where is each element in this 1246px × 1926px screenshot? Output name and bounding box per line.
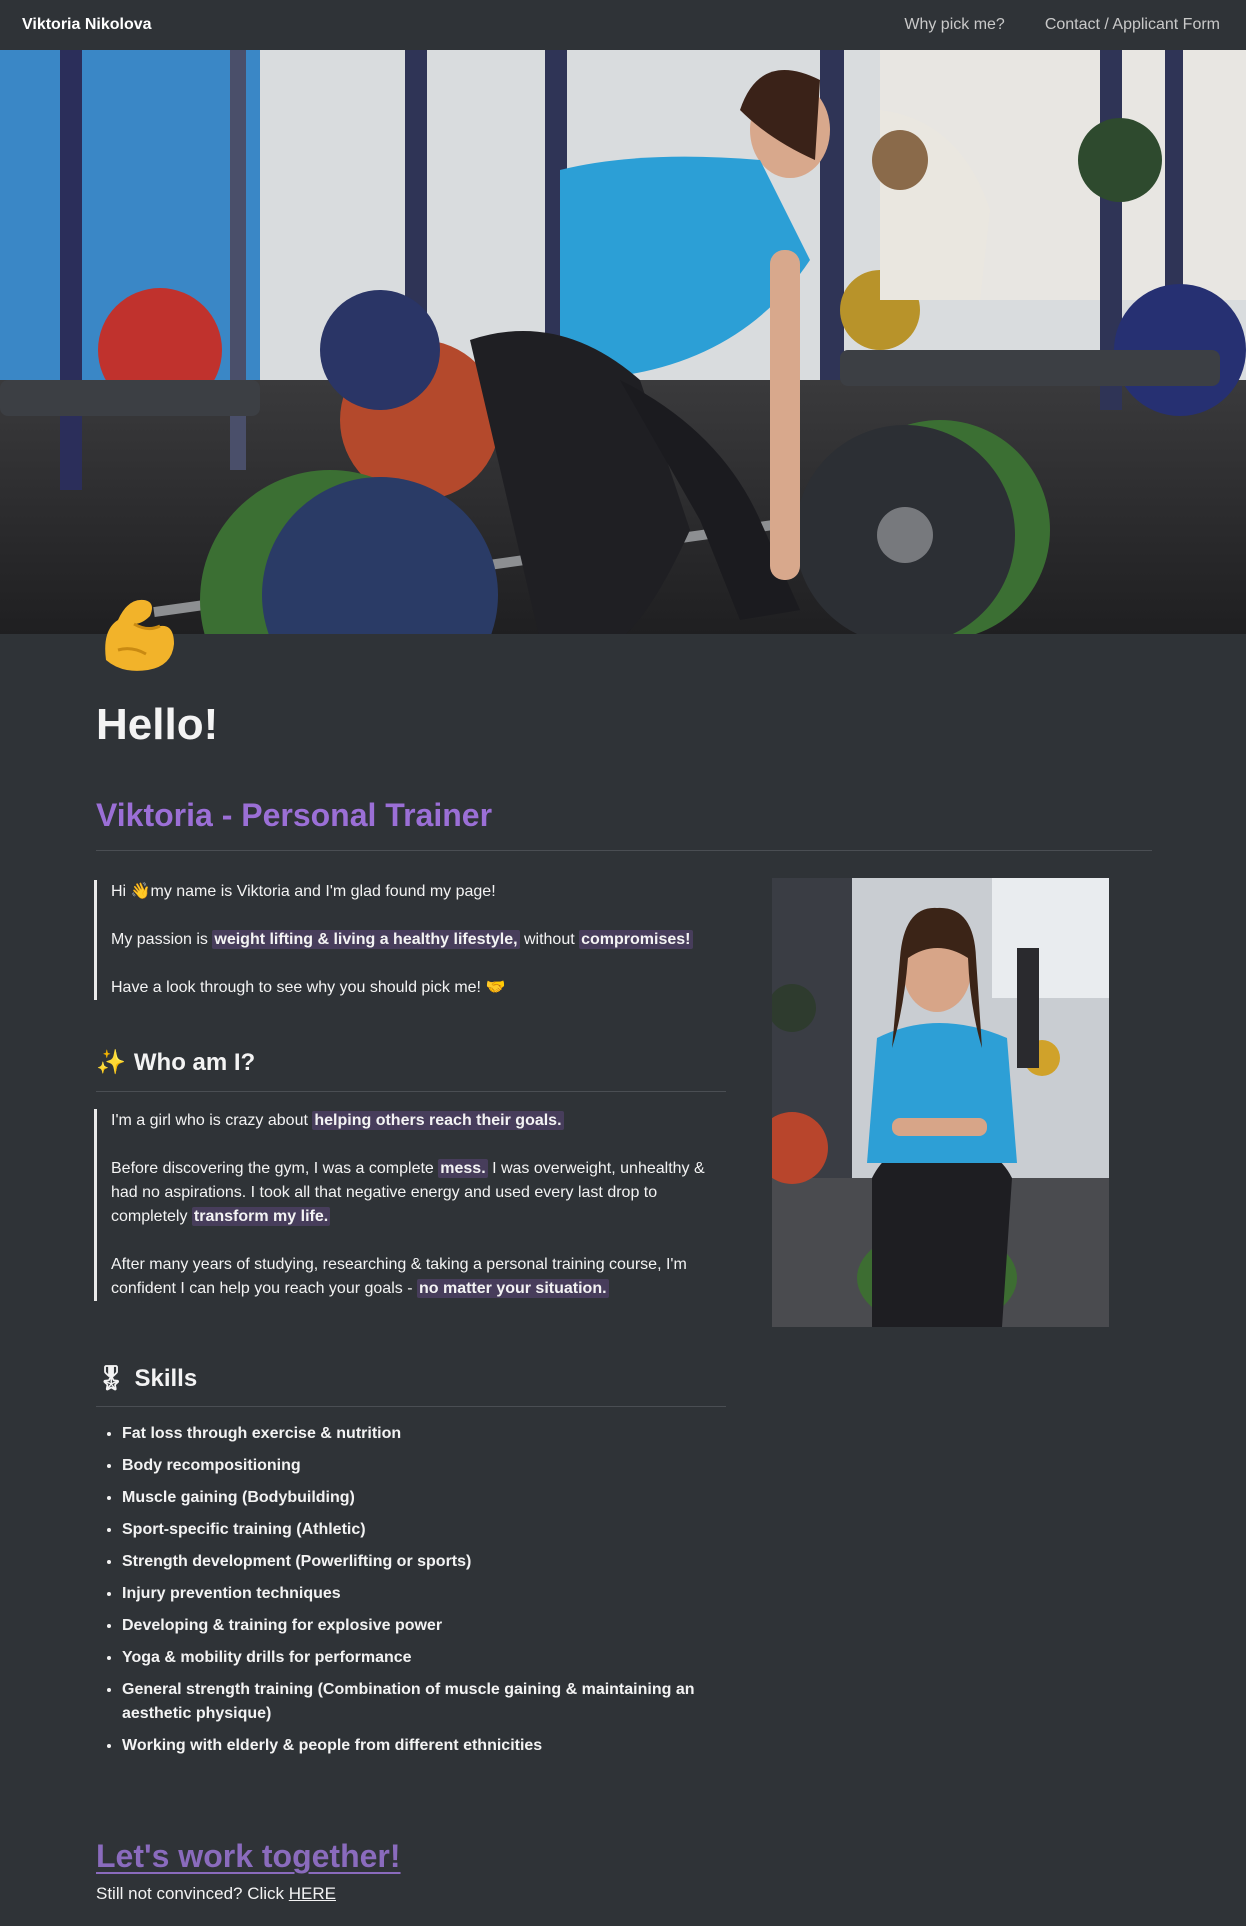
who-paragraph-2: Before discovering the gym, I was a comp… bbox=[111, 1157, 711, 1229]
skills-divider bbox=[96, 1406, 726, 1407]
passion-text: My passion is bbox=[111, 931, 213, 948]
goals-highlight: helping others reach their goals. bbox=[312, 1111, 564, 1130]
mess-highlight: mess. bbox=[438, 1159, 488, 1178]
skill-item: General strength training (Combination o… bbox=[122, 1678, 762, 1726]
lets-work-together-link[interactable]: Let's work together! bbox=[96, 1838, 401, 1875]
lookthrough-text: Have a look through to see why you shoul… bbox=[111, 979, 486, 996]
who-p2-text: Before discovering the gym, I was a comp… bbox=[111, 1160, 439, 1177]
intro-lookthrough: Have a look through to see why you shoul… bbox=[111, 976, 731, 1000]
section-divider bbox=[96, 850, 1152, 851]
skill-item: Working with elderly & people from diffe… bbox=[122, 1734, 762, 1758]
site-brand[interactable]: Viktoria Nikolova bbox=[22, 16, 152, 34]
skill-item: Injury prevention techniques bbox=[122, 1582, 762, 1606]
passion-highlight: weight lifting & living a healthy lifest… bbox=[212, 930, 520, 949]
who-am-i-title: Who am I? bbox=[133, 1048, 256, 1076]
portrait-image bbox=[772, 878, 1109, 1327]
skill-item: Yoga & mobility drills for performance bbox=[122, 1646, 762, 1670]
waving-hand-icon: 👋 bbox=[130, 883, 151, 900]
intro-passion: My passion is weight lifting & living a … bbox=[111, 928, 731, 952]
skill-item: Muscle gaining (Bodybuilding) bbox=[122, 1486, 762, 1510]
sparkles-icon: ✨ bbox=[96, 1049, 126, 1076]
compromises-highlight: compromises! bbox=[579, 930, 693, 949]
passion-text-mid: without bbox=[519, 931, 580, 948]
who-blockquote: I'm a girl who is crazy about helping ot… bbox=[94, 1109, 711, 1301]
nav-link-contact-form[interactable]: Contact / Applicant Form bbox=[1045, 16, 1220, 34]
top-navbar: Viktoria Nikolova Why pick me? Contact /… bbox=[0, 0, 1246, 50]
skill-item: Sport-specific training (Athletic) bbox=[122, 1518, 762, 1542]
who-am-i-heading: ✨ Who am I? bbox=[96, 1048, 255, 1077]
skills-heading: 🎖 Skills bbox=[96, 1364, 197, 1393]
who-p1-text: I'm a girl who is crazy about bbox=[111, 1112, 313, 1129]
skill-item: Fat loss through exercise & nutrition bbox=[122, 1422, 762, 1446]
nav-link-why-pick-me[interactable]: Why pick me? bbox=[904, 16, 1004, 34]
hero-image bbox=[0, 50, 1246, 634]
skills-list: Fat loss through exercise & nutrition Bo… bbox=[96, 1422, 762, 1766]
who-paragraph-3: After many years of studying, researchin… bbox=[111, 1253, 711, 1301]
skill-item: Strength development (Powerlifting or sp… bbox=[122, 1550, 762, 1574]
handshake-icon: 🤝 bbox=[485, 979, 506, 996]
trainer-subtitle: Viktoria - Personal Trainer bbox=[96, 797, 493, 833]
who-paragraph-1: I'm a girl who is crazy about helping ot… bbox=[111, 1109, 711, 1133]
skill-item: Body recompositioning bbox=[122, 1454, 762, 1478]
greeting-text: Hi bbox=[111, 883, 131, 900]
transform-highlight: transform my life. bbox=[191, 1207, 331, 1226]
medal-icon: 🎖 bbox=[96, 1365, 127, 1392]
greeting-text-rest: my name is Viktoria and I'm glad found m… bbox=[150, 883, 496, 900]
cta-line: Still not convinced? Click HERE bbox=[96, 1884, 336, 1904]
hello-heading: Hello! bbox=[96, 700, 219, 749]
who-divider bbox=[96, 1091, 726, 1092]
nav-links: Why pick me? Contact / Applicant Form bbox=[904, 16, 1220, 34]
intro-greeting: Hi 👋my name is Viktoria and I'm glad fou… bbox=[111, 880, 731, 904]
intro-blockquote: Hi 👋my name is Viktoria and I'm glad fou… bbox=[94, 880, 731, 1000]
situation-highlight: no matter your situation. bbox=[416, 1279, 609, 1298]
skills-title: Skills bbox=[134, 1364, 198, 1392]
skill-item: Developing & training for explosive powe… bbox=[122, 1614, 762, 1638]
flexed-biceps-icon bbox=[98, 590, 178, 680]
here-link[interactable]: HERE bbox=[289, 1884, 336, 1903]
cta-text: Still not convinced? Click bbox=[96, 1884, 289, 1903]
